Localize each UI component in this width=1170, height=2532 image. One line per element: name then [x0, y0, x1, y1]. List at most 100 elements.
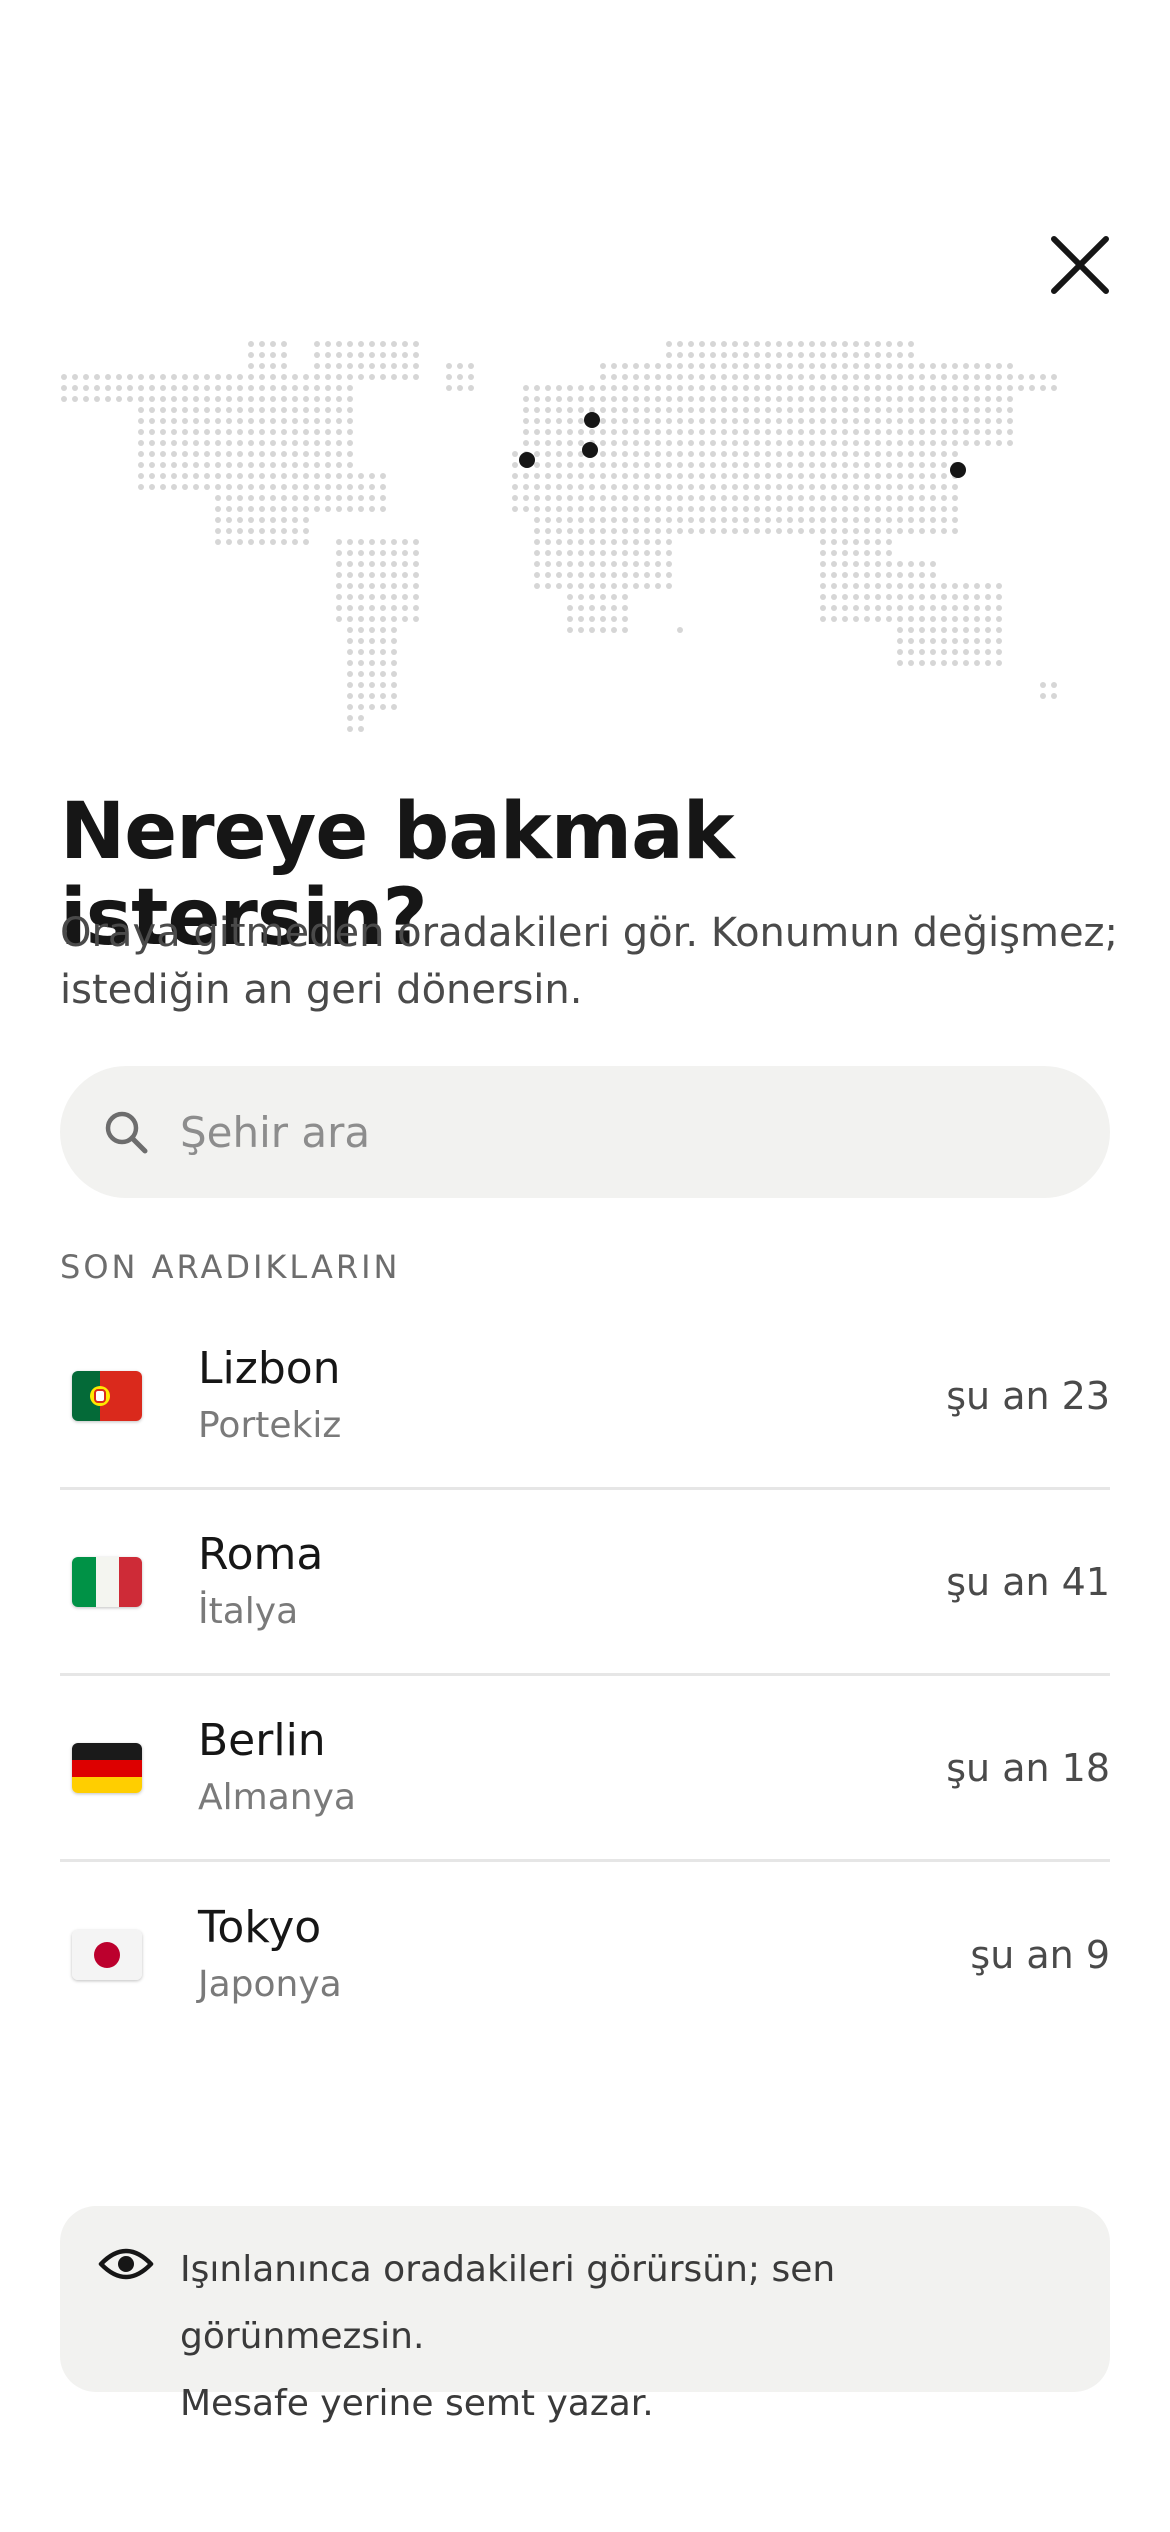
map-dot [556, 561, 562, 567]
map-dot [699, 363, 705, 369]
map-dot [358, 495, 364, 501]
map-dot [908, 649, 914, 655]
map-dot [281, 451, 287, 457]
map-dot [336, 539, 342, 545]
map-dot [270, 473, 276, 479]
map-dot [952, 638, 958, 644]
map-dot [402, 374, 408, 380]
map-dot [666, 407, 672, 413]
map-dot [611, 616, 617, 622]
map-dot [534, 451, 540, 457]
map-dot [809, 517, 815, 523]
map-dot [688, 374, 694, 380]
recent-city: Berlin [198, 1714, 326, 1766]
map-dot [512, 473, 518, 479]
map-dot [930, 451, 936, 457]
map-dot [281, 374, 287, 380]
recent-item-berlin[interactable]: Berlin Almanya şu an 18 [60, 1676, 1110, 1862]
map-dot [864, 363, 870, 369]
map-dot [886, 374, 892, 380]
map-dot [358, 363, 364, 369]
search-bar[interactable] [60, 1066, 1110, 1198]
map-dot [820, 473, 826, 479]
map-dot [831, 418, 837, 424]
map-dot [831, 539, 837, 545]
map-dot [600, 495, 606, 501]
map-dot [930, 418, 936, 424]
map-dot [908, 660, 914, 666]
map-dot [534, 561, 540, 567]
map-dot [589, 539, 595, 545]
map-dot [666, 429, 672, 435]
map-dot [259, 539, 265, 545]
map-dot [831, 495, 837, 501]
recent-item-lizbon[interactable]: Lizbon Portekiz şu an 23 [60, 1304, 1110, 1490]
map-dot [347, 374, 353, 380]
map-dot [831, 550, 837, 556]
map-dot [897, 396, 903, 402]
map-dot [182, 462, 188, 468]
map-dot [688, 506, 694, 512]
map-dot [941, 462, 947, 468]
map-dot [523, 506, 529, 512]
map-dot [842, 594, 848, 600]
search-input[interactable] [178, 1106, 1062, 1158]
map-dot [688, 517, 694, 523]
map-dot [391, 539, 397, 545]
map-dot [831, 605, 837, 611]
map-dot [314, 473, 320, 479]
map-dot [633, 451, 639, 457]
map-dot [743, 484, 749, 490]
map-dot [710, 440, 716, 446]
map-dot [567, 462, 573, 468]
map-dot [248, 396, 254, 402]
map-dot [644, 440, 650, 446]
map-dot [281, 484, 287, 490]
map-dot [523, 495, 529, 501]
map-dot [270, 418, 276, 424]
map-dot [347, 605, 353, 611]
map-dot [655, 528, 661, 534]
map-dot [776, 363, 782, 369]
map-dot [226, 473, 232, 479]
close-button[interactable] [1040, 225, 1120, 305]
notice-line-2: Mesafe yerine semt yazar. [180, 2383, 654, 2424]
map-dot [149, 407, 155, 413]
map-dot [897, 495, 903, 501]
map-dot [952, 605, 958, 611]
map-dot [941, 396, 947, 402]
recent-item-roma[interactable]: Roma İtalya şu an 41 [60, 1490, 1110, 1676]
map-dot [721, 506, 727, 512]
map-dot [853, 594, 859, 600]
map-dot [765, 352, 771, 358]
map-dot [787, 429, 793, 435]
map-dot [358, 726, 364, 732]
map-dot [1007, 429, 1013, 435]
map-dot [292, 418, 298, 424]
map-dot [765, 517, 771, 523]
map-dot [270, 352, 276, 358]
map-dot [402, 616, 408, 622]
map-dot [402, 561, 408, 567]
map-dot [743, 429, 749, 435]
map-dot [1007, 363, 1013, 369]
map-dot [809, 418, 815, 424]
map-dot [215, 451, 221, 457]
map-dot [545, 440, 551, 446]
map-dot [908, 616, 914, 622]
map-dot [347, 429, 353, 435]
map-dot [182, 396, 188, 402]
map-dot [765, 451, 771, 457]
map-dot [534, 385, 540, 391]
map-dot [171, 473, 177, 479]
map-dot [369, 649, 375, 655]
map-dot [237, 528, 243, 534]
map-dot [314, 484, 320, 490]
recent-item-tokyo[interactable]: Tokyo Japonya şu an 9 [60, 1862, 1110, 2048]
map-dot [248, 495, 254, 501]
map-dot [303, 451, 309, 457]
map-dot [820, 418, 826, 424]
map-dot [963, 440, 969, 446]
map-dot [798, 506, 804, 512]
map-dot [721, 352, 727, 358]
